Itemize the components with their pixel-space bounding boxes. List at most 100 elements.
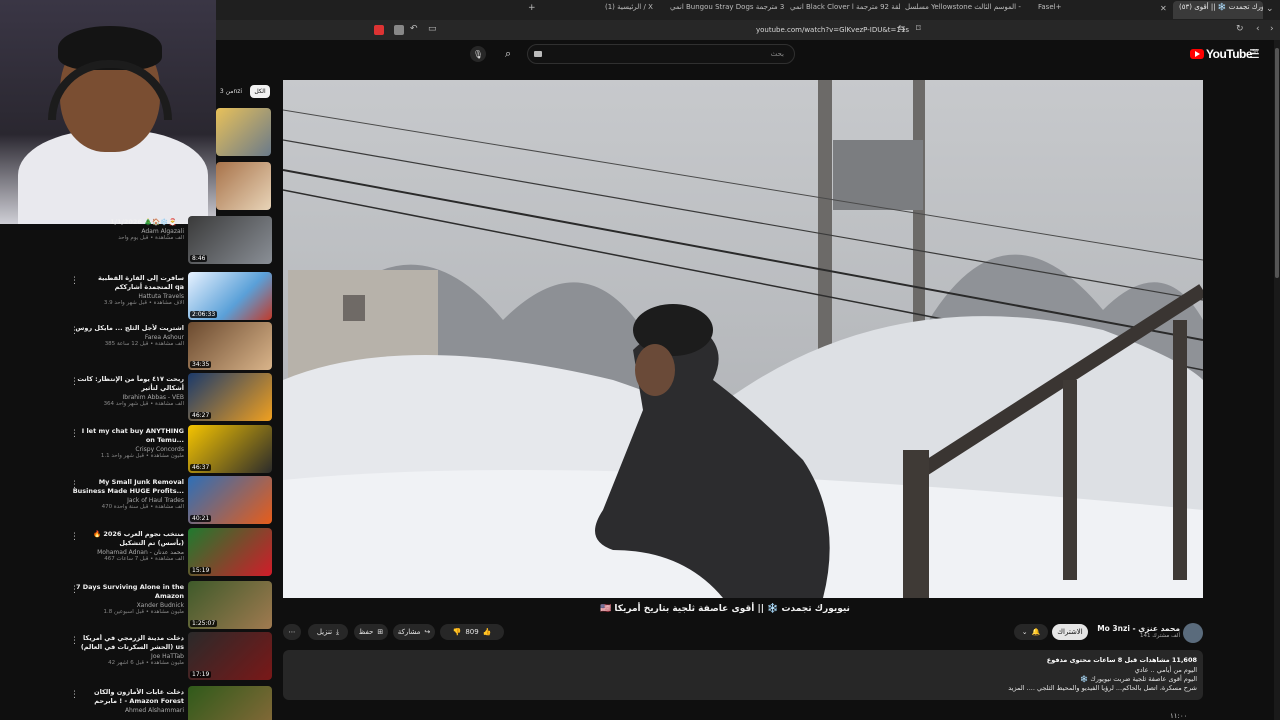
channel-name[interactable]: Mo 3nzi - محمد عنزي: [1080, 624, 1180, 633]
video-thumbnail[interactable]: 40:21: [188, 476, 272, 524]
browser-tab[interactable]: انمي Black Clover الحلقة 92 مترجمة ا: [790, 3, 900, 17]
video-player[interactable]: [283, 80, 1203, 598]
screen-icon[interactable]: ▭: [428, 24, 437, 34]
video-meta: 1.1 مليون مشاهدة • قبل شهر واحد: [100, 453, 184, 459]
forward-icon[interactable]: ›: [1270, 24, 1274, 34]
tab-label: (٥٣) نيويورك تجمدت ❄️ || أقوى ...: [1179, 3, 1263, 11]
video-meta: ألف مشاهدة • قبل يوم واحد: [118, 235, 184, 241]
undo-icon[interactable]: ↶: [410, 24, 418, 34]
video-thumbnail[interactable]: 17:19: [188, 632, 272, 680]
list-item[interactable]: ⋮ 1:25:07 7 Days Surviving Alone in the …: [70, 581, 272, 629]
tab-search-icon[interactable]: ⌄: [1266, 4, 1274, 14]
more-actions-button[interactable]: ⋯: [283, 624, 301, 640]
list-item[interactable]: ⋮ 34:35 اشتريت لأجل الثلج ... مايكل روس F…: [70, 322, 272, 370]
back-icon[interactable]: ‹: [1256, 24, 1260, 34]
video-thumbnail[interactable]: 46:27: [188, 373, 272, 421]
duration-badge: 2:06:33: [190, 311, 218, 318]
tab-label: انمي Bungou Stray Dogs الحلقة 3 مترجمة: [670, 3, 785, 11]
video-title: نيويورك تجمدت ❄️ || أقوى عاصفة ثلجية بتا…: [600, 604, 850, 614]
browser-tab[interactable]: انمي Bungou Stray Dogs الحلقة 3 مترجمة: [670, 3, 785, 17]
video-title: سافرت إلى القارة القطبية المتجمدة أشاركك…: [98, 274, 184, 291]
download-icon: ⤓: [336, 627, 340, 636]
list-item[interactable]: ⋮ 2:06:33 سافرت إلى القارة القطبية المتج…: [70, 272, 272, 320]
youtube-logo[interactable]: YouTubeSA: [1190, 47, 1258, 61]
video-title: I let my chat buy ANYTHING on Temu...: [81, 427, 184, 444]
close-tab-icon[interactable]: ✕: [1160, 4, 1167, 13]
search-input[interactable]: بحث: [527, 44, 795, 64]
reload-icon[interactable]: ↻: [1236, 24, 1244, 34]
description-line: اليوم من أيامي .. عادي: [1134, 666, 1197, 674]
tab-label: (1) الرئيسية / X: [605, 3, 653, 11]
description-line: اليوم أقوى عاصفة ثلجية ضربت نيويورك ❄️: [1080, 675, 1197, 683]
notification-button[interactable]: ⌄ 🔔: [1014, 624, 1048, 640]
video-frame: [283, 80, 1203, 598]
menu-icon[interactable]: ☰: [1249, 47, 1260, 61]
subscribe-button[interactable]: الاشتراك: [1052, 624, 1088, 640]
channel-name: Jack of Haul Trades: [127, 497, 184, 504]
video-thumbnail[interactable]: [188, 686, 272, 720]
duration-badge: 34:35: [190, 361, 212, 368]
browser-tab[interactable]: مسلسل Yellowstone الموسم الثالث -: [905, 3, 1025, 17]
share-icon[interactable]: ⇆: [898, 24, 906, 34]
tab-label: Fasel+: [1038, 3, 1062, 11]
list-item[interactable]: ⋮ 40:21 My Small Junk Removal Business M…: [70, 476, 272, 524]
extension-icon[interactable]: [374, 25, 384, 35]
browser-tab-active[interactable]: (٥٣) نيويورك تجمدت ❄️ || أقوى ...: [1173, 1, 1263, 19]
bookmark-add-icon: ⊞: [377, 628, 384, 636]
subscriber-count: 141 ألف مشترك: [1140, 633, 1180, 639]
download-button[interactable]: تنزيل ⤓: [308, 624, 348, 640]
scrollbar-thumb[interactable]: [1275, 48, 1279, 278]
video-thumbnail[interactable]: [216, 108, 271, 156]
like-count: 809: [465, 628, 479, 636]
chevron-down-icon: ⌄: [1021, 628, 1028, 636]
new-tab-icon[interactable]: +: [528, 3, 536, 13]
duration-badge: 46:37: [190, 464, 212, 471]
search-icon[interactable]: ⌕: [505, 47, 511, 61]
list-item[interactable]: 8:46 1/1/2026 🎄🏠❄️🎅... Adam Algazali ألف م…: [70, 216, 272, 264]
video-title: My Small Junk Removal Business Made HUGE…: [72, 478, 184, 495]
share-button[interactable]: مشاركة ↪: [393, 624, 435, 640]
list-item[interactable]: ⋮ دخلت غابات الأمازون والكان مابرحم ! - …: [70, 686, 272, 720]
channel-name: Ibrahim Abbas - VEB: [122, 394, 184, 401]
channel-name: Xander Budnick: [136, 602, 184, 609]
video-title: 1/1/2026 🎄🏠❄️🎅...: [110, 218, 184, 226]
list-item[interactable]: ⋮ 15:19 منتخب نجوم العرب 2026 🔥 (بأسس) ت…: [70, 528, 272, 576]
channel-avatar[interactable]: [1183, 623, 1203, 643]
video-thumbnail[interactable]: 15:19: [188, 528, 272, 576]
duration-badge: 1:25:07: [190, 620, 218, 627]
bookmark-icon[interactable]: ⌑: [916, 24, 921, 34]
video-thumbnail[interactable]: 2:06:33: [188, 272, 272, 320]
list-item[interactable]: ⋮ 17:19 دخلت مدينة الزرمجي في أمريكا (ال…: [70, 632, 272, 680]
download-label: تنزيل: [316, 628, 333, 636]
channel-name: Hattuta Travels: [138, 293, 184, 300]
video-title: منتخب نجوم العرب 2026 🔥 (بأسس) تم التشكي…: [92, 530, 184, 547]
like-dislike-group[interactable]: 👎 809 👍: [440, 624, 504, 640]
channel-name: Ahmed Alshammari: [124, 707, 184, 714]
video-thumbnail[interactable]: [216, 162, 271, 210]
video-thumbnail[interactable]: 1:25:07: [188, 581, 272, 629]
video-thumbnail[interactable]: 8:46: [188, 216, 272, 264]
video-thumbnail[interactable]: 46:37: [188, 425, 272, 473]
list-item[interactable]: ⋮ 46:27 ربحت ٤١٧ يوماً من الإنتظار: كانت…: [70, 373, 272, 421]
duration-badge: 40:21: [190, 515, 212, 522]
address-bar: ↻ ‹ › youtube.com/watch?v=GlKvezP-IDU&t=…: [216, 20, 1280, 40]
dislike-icon[interactable]: 👎: [453, 628, 462, 636]
subscribe-label: الاشتراك: [1057, 628, 1083, 636]
youtube-play-icon: [1190, 49, 1204, 59]
browser-tab[interactable]: (1) الرئيسية / X: [605, 3, 665, 17]
like-icon[interactable]: 👍: [483, 628, 492, 636]
save-label: حفظ: [358, 628, 374, 636]
channel-name: Adam Algazali: [141, 228, 184, 235]
keyboard-icon[interactable]: [534, 51, 542, 57]
save-button[interactable]: حفظ ⊞: [354, 624, 388, 640]
description-box[interactable]: 11,608 مشاهدات قبل 8 ساعات محتوى مدفوع ا…: [283, 650, 1203, 700]
list-item[interactable]: ⋮ 46:37 I let my chat buy ANYTHING on Te…: [70, 425, 272, 473]
comments-header: ١١:٠٠: [1170, 712, 1188, 720]
microphone-icon[interactable]: 🎙: [470, 46, 486, 62]
share-arrow-icon: ↪: [424, 628, 431, 636]
extension-icon[interactable]: [394, 25, 404, 35]
duration-badge: 17:19: [190, 671, 212, 678]
browser-tab[interactable]: Fasel+: [1038, 3, 1118, 17]
url-text[interactable]: youtube.com/watch?v=GlKvezP-IDU&t=11s: [756, 26, 909, 34]
video-thumbnail[interactable]: 34:35: [188, 322, 272, 370]
